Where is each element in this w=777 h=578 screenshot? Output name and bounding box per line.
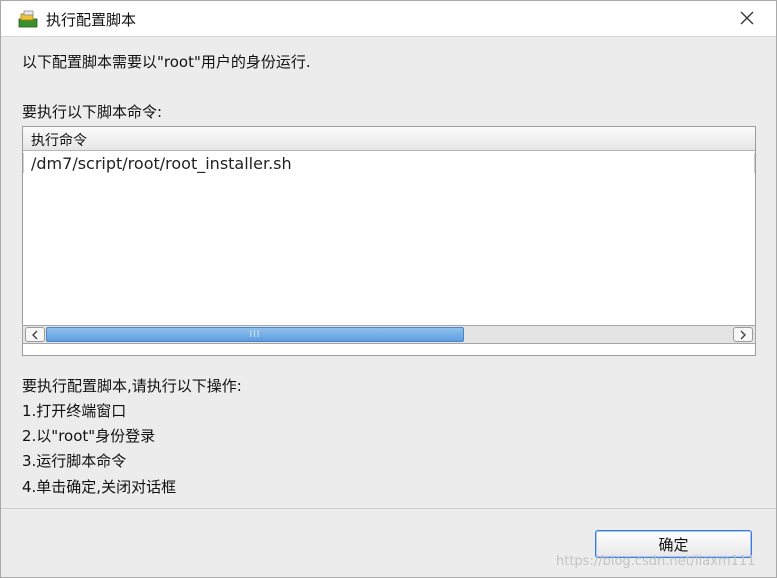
execute-config-script-dialog: 执行配置脚本 以下配置脚本需要以"root"用户的身份运行. 要执行以下脚本命令… <box>0 0 777 578</box>
dialog-footer: 确定 https://blog.csdn.net/liaxm111 <box>1 508 776 577</box>
row-left-edge <box>23 153 24 173</box>
title-bar: 执行配置脚本 <box>1 1 776 37</box>
scroll-thumb[interactable]: III <box>46 327 464 342</box>
step-3: 3.运行脚本命令 <box>22 452 127 470</box>
row-right-edge <box>754 153 755 173</box>
instructions-title: 要执行配置脚本,请执行以下操作: <box>22 377 242 395</box>
step-1: 1.打开终端窗口 <box>22 402 127 420</box>
table-header: 执行命令 <box>23 127 755 151</box>
installer-icon <box>18 10 38 28</box>
scroll-grip: III <box>249 329 261 340</box>
scroll-right-button[interactable] <box>733 327 753 342</box>
window-title: 执行配置脚本 <box>46 11 137 29</box>
table-row[interactable]: /dm7/script/root/root_installer.sh <box>23 153 755 177</box>
chevron-left-icon <box>31 325 39 344</box>
horizontal-scrollbar[interactable]: III <box>22 325 756 344</box>
commands-heading: 要执行以下脚本命令: <box>22 103 163 121</box>
close-button[interactable] <box>731 5 763 33</box>
column-header-command[interactable]: 执行命令 <box>31 130 87 150</box>
description-text: 以下配置脚本需要以"root"用户的身份运行. <box>22 53 311 71</box>
dialog-body: 以下配置脚本需要以"root"用户的身份运行. 要执行以下脚本命令: 执行命令 … <box>1 37 776 508</box>
command-cell[interactable]: /dm7/script/root/root_installer.sh <box>31 154 292 173</box>
step-4: 4.单击确定,关闭对话框 <box>22 478 177 496</box>
watermark: https://blog.csdn.net/liaxm111 <box>556 554 756 569</box>
scroll-left-button[interactable] <box>25 327 45 342</box>
close-icon <box>740 10 754 29</box>
chevron-right-icon <box>739 325 747 344</box>
command-table[interactable]: 执行命令 /dm7/script/root/root_installer.sh <box>22 126 756 356</box>
step-2: 2.以"root"身份登录 <box>22 427 156 445</box>
